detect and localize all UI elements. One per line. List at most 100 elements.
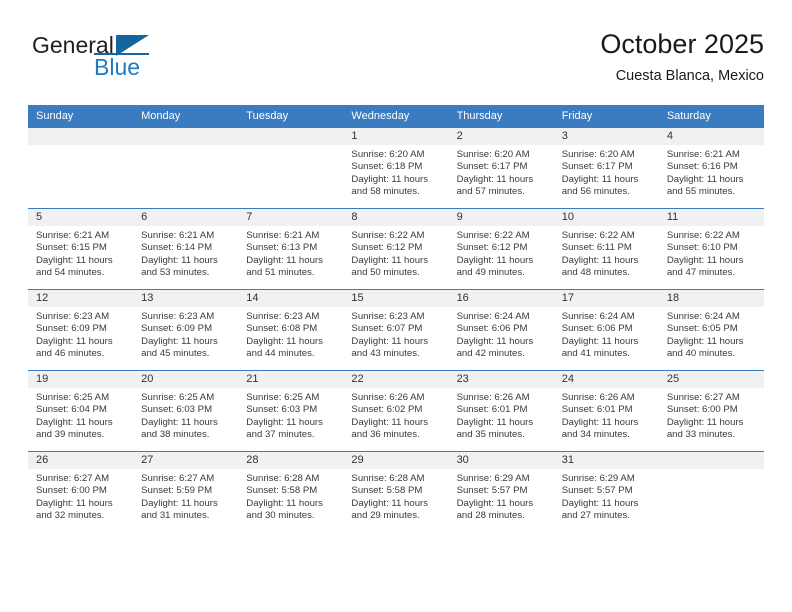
calendar-day-cell[interactable]: 14 Sunrise: 6:23 AM Sunset: 6:08 PM Dayligh… — [238, 289, 344, 371]
calendar-day-cell[interactable]: 16 Sunrise: 6:24 AM Sunset: 6:06 PM Dayligh… — [448, 289, 554, 371]
calendar-day-cell[interactable]: 26 Sunrise: 6:27 AM Sunset: 6:00 PM Dayligh… — [28, 451, 134, 532]
daylight-duration-line1: Daylight: 11 hours — [456, 497, 534, 509]
sunset-time: Sunset: 6:13 PM — [246, 242, 318, 254]
location-subtitle: Cuesta Blanca, Mexico — [615, 68, 764, 84]
day-details: Sunrise: 6:23 AM Sunset: 6:09 PM Daylight:… — [133, 307, 238, 361]
day-number: 11 — [658, 209, 764, 226]
day-details: Sunrise: 6:24 AM Sunset: 6:05 PM Daylight:… — [659, 307, 764, 361]
calendar-day-cell[interactable]: 25 Sunrise: 6:27 AM Sunset: 6:00 PM Dayligh… — [658, 370, 764, 452]
calendar-day-cell[interactable]: 7 Sunrise: 6:21 AM Sunset: 6:13 PM Daylight… — [238, 208, 344, 290]
calendar-day-cell[interactable]: 24 Sunrise: 6:26 AM Sunset: 6:01 PM Dayligh… — [553, 370, 659, 452]
day-number: 5 — [28, 209, 134, 226]
calendar-day-cell[interactable]: 18 Sunrise: 6:24 AM Sunset: 6:05 PM Dayligh… — [658, 289, 764, 371]
brand-logo[interactable]: General Blue — [32, 32, 212, 88]
weekday-header-thursday: Thursday — [448, 105, 554, 128]
calendar-day-cell[interactable]: 9 Sunrise: 6:22 AM Sunset: 6:12 PM Daylight… — [448, 208, 554, 290]
calendar-day-cell[interactable]: 22 Sunrise: 6:26 AM Sunset: 6:02 PM Dayligh… — [343, 370, 449, 452]
daylight-duration-line2: and 44 minutes. — [246, 348, 315, 360]
day-number: 28 — [238, 452, 344, 469]
sunrise-time: Sunrise: 6:26 AM — [456, 392, 530, 403]
sunset-time: Sunset: 6:07 PM — [351, 323, 423, 335]
calendar-day-cell[interactable]: 29 Sunrise: 6:28 AM Sunset: 5:58 PM Dayligh… — [343, 451, 449, 532]
daylight-duration-line1: Daylight: 11 hours — [246, 254, 323, 266]
sunrise-time: Sunrise: 6:27 AM — [141, 473, 215, 484]
sunrise-time: Sunrise: 6:22 AM — [561, 230, 635, 241]
daylight-duration-line2: and 57 minutes. — [456, 186, 525, 198]
calendar-day-cell[interactable]: 11 Sunrise: 6:22 AM Sunset: 6:10 PM Dayligh… — [658, 208, 764, 290]
day-details: Sunrise: 6:29 AM Sunset: 5:57 PM Daylight:… — [449, 469, 554, 523]
sunset-time: Sunset: 6:16 PM — [666, 161, 738, 173]
calendar-day-cell[interactable]: 30 Sunrise: 6:29 AM Sunset: 5:57 PM Dayligh… — [448, 451, 554, 532]
sunrise-time: Sunrise: 6:23 AM — [141, 311, 215, 322]
daylight-duration-line2: and 37 minutes. — [246, 429, 315, 441]
calendar-day-cell[interactable]: 2 Sunrise: 6:20 AM Sunset: 6:17 PM Daylight… — [448, 128, 554, 209]
day-details: Sunrise: 6:22 AM Sunset: 6:11 PM Daylight:… — [554, 226, 659, 280]
calendar-day-cell[interactable]: 17 Sunrise: 6:24 AM Sunset: 6:06 PM Dayligh… — [553, 289, 659, 371]
daylight-duration-line2: and 53 minutes. — [141, 267, 210, 279]
calendar-day-cell[interactable]: 13 Sunrise: 6:23 AM Sunset: 6:09 PM Dayligh… — [133, 289, 239, 371]
sunset-time: Sunset: 6:03 PM — [141, 404, 213, 416]
calendar-day-cell[interactable]: 20 Sunrise: 6:25 AM Sunset: 6:03 PM Dayligh… — [133, 370, 239, 452]
daylight-duration-line2: and 42 minutes. — [456, 348, 525, 360]
day-number: 17 — [553, 290, 659, 307]
calendar-day-cell[interactable]: 28 Sunrise: 6:28 AM Sunset: 5:58 PM Dayligh… — [238, 451, 344, 532]
daylight-duration-line1: Daylight: 11 hours — [351, 335, 429, 347]
daylight-duration-line1: Daylight: 11 hours — [36, 416, 113, 428]
sunset-time: Sunset: 6:17 PM — [456, 161, 528, 173]
calendar-day-cell[interactable]: 21 Sunrise: 6:25 AM Sunset: 6:03 PM Dayligh… — [238, 370, 344, 452]
calendar-day-cell[interactable]: 15 Sunrise: 6:23 AM Sunset: 6:07 PM Dayligh… — [343, 289, 449, 371]
calendar-day-cell[interactable]: 5 Sunrise: 6:21 AM Sunset: 6:15 PM Daylight… — [28, 208, 134, 290]
calendar-day-cell[interactable]: 10 Sunrise: 6:22 AM Sunset: 6:11 PM Dayligh… — [553, 208, 659, 290]
daylight-duration-line2: and 54 minutes. — [36, 267, 105, 279]
sunset-time: Sunset: 6:12 PM — [351, 242, 423, 254]
sunset-time: Sunset: 6:00 PM — [36, 485, 107, 497]
daylight-duration-line1: Daylight: 11 hours — [141, 254, 218, 266]
day-number: 21 — [238, 371, 344, 388]
sunrise-time: Sunrise: 6:26 AM — [561, 392, 635, 403]
sunset-time: Sunset: 6:17 PM — [561, 161, 633, 173]
calendar-day-cell[interactable]: 23 Sunrise: 6:26 AM Sunset: 6:01 PM Dayligh… — [448, 370, 554, 452]
daylight-duration-line1: Daylight: 11 hours — [666, 254, 744, 266]
calendar-day-cell[interactable]: 19 Sunrise: 6:25 AM Sunset: 6:04 PM Dayligh… — [28, 370, 134, 452]
daylight-duration-line1: Daylight: 11 hours — [666, 173, 744, 185]
daylight-duration-line2: and 56 minutes. — [561, 186, 630, 198]
sunset-time: Sunset: 6:06 PM — [561, 323, 633, 335]
calendar-day-cell[interactable]: 31 Sunrise: 6:29 AM Sunset: 5:57 PM Dayligh… — [553, 451, 659, 532]
calendar-day-cell[interactable]: 1 Sunrise: 6:20 AM Sunset: 6:18 PM Daylight… — [343, 128, 449, 209]
sunset-time: Sunset: 6:04 PM — [36, 404, 107, 416]
sunset-time: Sunset: 6:09 PM — [36, 323, 107, 335]
title-block: October 2025 Cuesta Blanca, Mexico — [600, 28, 764, 86]
daylight-duration-line1: Daylight: 11 hours — [141, 416, 218, 428]
daylight-duration-line2: and 30 minutes. — [246, 510, 315, 522]
day-details: Sunrise: 6:25 AM Sunset: 6:03 PM Daylight:… — [238, 388, 343, 442]
daylight-duration-line1: Daylight: 11 hours — [36, 335, 113, 347]
sunrise-time: Sunrise: 6:21 AM — [141, 230, 215, 241]
calendar-week-row: 26 Sunrise: 6:27 AM Sunset: 6:00 PM Dayligh… — [28, 451, 764, 532]
calendar-day-cell[interactable]: 6 Sunrise: 6:21 AM Sunset: 6:14 PM Daylight… — [133, 208, 239, 290]
daylight-duration-line1: Daylight: 11 hours — [456, 173, 534, 185]
sunset-time: Sunset: 6:14 PM — [141, 242, 213, 254]
day-details: Sunrise: 6:24 AM Sunset: 6:06 PM Daylight:… — [449, 307, 554, 361]
day-details: Sunrise: 6:28 AM Sunset: 5:58 PM Daylight:… — [238, 469, 343, 523]
day-number: 12 — [28, 290, 134, 307]
calendar-day-cell[interactable]: 12 Sunrise: 6:23 AM Sunset: 6:09 PM Dayligh… — [28, 289, 134, 371]
day-details: Sunrise: 6:22 AM Sunset: 6:12 PM Daylight:… — [449, 226, 554, 280]
daylight-duration-line1: Daylight: 11 hours — [351, 416, 429, 428]
weekday-header-wednesday: Wednesday — [343, 105, 449, 128]
calendar-day-cell[interactable]: 27 Sunrise: 6:27 AM Sunset: 5:59 PM Dayligh… — [133, 451, 239, 532]
calendar-day-cell[interactable]: 3 Sunrise: 6:20 AM Sunset: 6:17 PM Daylight… — [553, 128, 659, 209]
day-details: Sunrise: 6:22 AM Sunset: 6:12 PM Daylight:… — [343, 226, 448, 280]
day-details: Sunrise: 6:27 AM Sunset: 6:00 PM Daylight:… — [28, 469, 133, 523]
calendar-week-row: 1 Sunrise: 6:20 AM Sunset: 6:18 PM Daylight… — [28, 128, 764, 209]
daylight-duration-line2: and 27 minutes. — [561, 510, 630, 522]
day-number — [133, 128, 239, 145]
sunset-time: Sunset: 6:03 PM — [246, 404, 318, 416]
sunset-time: Sunset: 5:58 PM — [246, 485, 318, 497]
day-number: 25 — [658, 371, 764, 388]
calendar-day-cell[interactable]: 8 Sunrise: 6:22 AM Sunset: 6:12 PM Daylight… — [343, 208, 449, 290]
daylight-duration-line2: and 50 minutes. — [351, 267, 420, 279]
calendar-day-cell[interactable]: 4 Sunrise: 6:21 AM Sunset: 6:16 PM Daylight… — [658, 128, 764, 209]
day-details: Sunrise: 6:29 AM Sunset: 5:57 PM Daylight:… — [554, 469, 659, 523]
sunrise-time: Sunrise: 6:23 AM — [246, 311, 320, 322]
daylight-duration-line2: and 31 minutes. — [141, 510, 210, 522]
